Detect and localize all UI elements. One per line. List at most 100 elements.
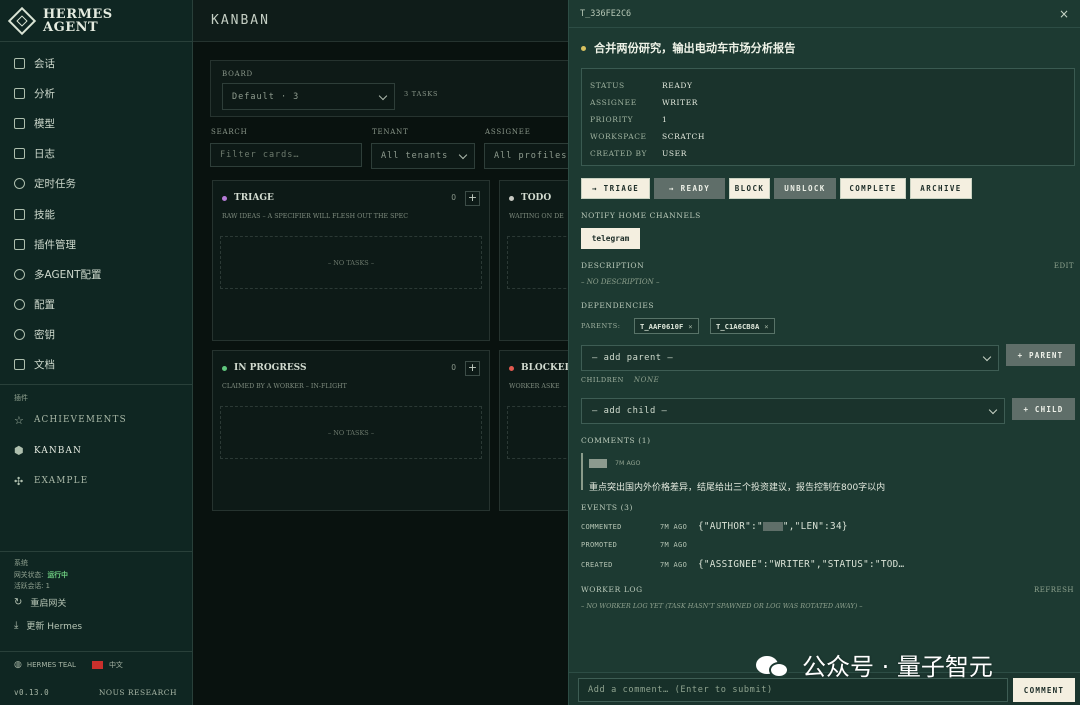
add-parent-button[interactable]: + PARENT [1006, 344, 1075, 366]
plugin-item-achievements[interactable]: ☆ ACHIEVEMENTS [0, 405, 192, 436]
notify-heading: NOTIFY HOME CHANNELS [581, 211, 701, 220]
system-section: 系统 网关状态: 运行中 活跃会话: 1 ↻ 重启网关 ⤓ 更新 Hermes [0, 551, 193, 637]
plugin-label: EXAMPLE [34, 476, 89, 487]
nav-item-sessions[interactable]: 会话 [0, 48, 192, 78]
column-title: IN PROGRESS [222, 363, 306, 373]
meta-key: WORKSPACE [590, 132, 647, 141]
puzzle-icon [14, 238, 25, 250]
meta-row: ASSIGNEE WRITER [582, 94, 1074, 111]
complete-button[interactable]: COMPLETE [840, 178, 906, 199]
book-icon [14, 359, 25, 371]
add-child-button[interactable]: + CHILD [1012, 398, 1075, 420]
nav-item-docs[interactable]: 文档 [0, 350, 192, 380]
plugins-heading: 插件 [14, 394, 28, 403]
meta-key: STATUS [590, 81, 625, 90]
chevron-down-icon [982, 352, 992, 362]
ready-button[interactable]: → READY [654, 178, 725, 199]
parent-tag[interactable]: T_C1A6CB8A × [710, 318, 775, 334]
block-button[interactable]: BLOCK [729, 178, 770, 199]
theme-lang-bar: ◍ HERMES TEAL 中文 [0, 651, 193, 677]
clock-icon [14, 178, 25, 190]
parent-tag[interactable]: T_AAF0610F × [634, 318, 699, 334]
comment-submit-button[interactable]: COMMENT [1013, 678, 1075, 702]
close-icon[interactable]: × [1059, 7, 1069, 21]
nav-label: 密钥 [34, 329, 55, 342]
theme-switcher[interactable]: HERMES TEAL [27, 661, 76, 669]
task-meta-table: STATUS READY ASSIGNEE WRITER PRIORITY 1 WOR… [581, 68, 1075, 166]
nav-label: 配置 [34, 299, 55, 312]
nav-label: 文档 [34, 359, 55, 372]
nav-label: 定时任务 [34, 178, 76, 191]
board-select[interactable]: Default · 3 [222, 83, 395, 110]
board-value: Default · 3 [232, 91, 300, 102]
status-dot [509, 195, 514, 201]
nav-item-config[interactable]: 配置 [0, 290, 192, 320]
chevron-down-icon [458, 150, 468, 160]
org-link[interactable]: NOUS RESEARCH [99, 688, 177, 697]
add-child-value: — add child — [592, 406, 668, 416]
remove-icon[interactable]: × [764, 322, 768, 331]
kanban-main: KANBAN BOARD Default · 3 3 TASKS SEARCH … [193, 0, 599, 705]
children-label-text: CHILDREN [581, 376, 624, 384]
plugin-label: ACHIEVEMENTS [34, 415, 127, 426]
meta-key: CREATED BY [590, 149, 648, 158]
sidebar: HERMES AGENT 会话 分析 模型 日志 定时任务 技能 插件管理 多A… [0, 0, 193, 705]
add-card-button[interactable]: + [465, 361, 480, 376]
event-payload-start: {"AUTHOR":" [698, 521, 763, 532]
comment: 7M AGO 重点突出国内外价格差异，结尾给出三个投资建议，报告控制在800字以… [581, 453, 981, 493]
nav-item-multi-agent[interactable]: 多AGENT配置 [0, 259, 192, 289]
events-heading: EVENTS (3) [581, 503, 634, 512]
telegram-channel-chip[interactable]: telegram [581, 228, 640, 249]
nav-item-models[interactable]: 模型 [0, 108, 192, 138]
event-payload: {"ASSIGNEE":"WRITER","STATUS":"TOD… [698, 559, 905, 570]
event-kind: COMMENTED [581, 522, 622, 531]
nav-item-analytics[interactable]: 分析 [0, 78, 192, 108]
chart-icon [14, 87, 25, 99]
search-input[interactable]: Filter cards… [210, 143, 362, 167]
event-kind: PROMOTED [581, 541, 618, 549]
column-count: 0 [451, 363, 456, 372]
remove-icon[interactable]: × [688, 322, 692, 331]
task-id: T_336FE2C6 [580, 8, 632, 19]
parent-id: T_C1A6CB8A [716, 321, 760, 331]
main-header: KANBAN [193, 0, 568, 42]
update-hermes-button[interactable]: ⤓ 更新 Hermes [14, 614, 179, 637]
status-dot [222, 365, 227, 371]
brand[interactable]: HERMES AGENT [0, 0, 192, 42]
column-description: RAW IDEAS – A SPECIFIER WILL FLESH OUT T… [222, 213, 409, 220]
status-dot [581, 45, 586, 51]
parent-id: T_AAF0610F [640, 321, 684, 331]
tenant-select[interactable]: All tenants [371, 143, 475, 169]
description-empty: – NO DESCRIPTION – [581, 278, 660, 286]
language-switcher[interactable]: 中文 [109, 660, 123, 670]
event-row: COMMENTED 7M AGO {"AUTHOR":" ","LEN":34} [581, 521, 848, 532]
add-card-button[interactable]: + [465, 191, 480, 206]
nav-item-keys[interactable]: 密钥 [0, 320, 192, 350]
triage-button[interactable]: → TRIAGE [581, 178, 650, 199]
archive-button[interactable]: ARCHIVE [910, 178, 972, 199]
tenant-label: TENANT [372, 128, 409, 136]
nav-item-skills[interactable]: 技能 [0, 199, 192, 229]
unblock-button[interactable]: UNBLOCK [774, 178, 836, 199]
meta-value: READY [662, 81, 693, 90]
edit-description-link[interactable]: EDIT [1054, 262, 1074, 270]
add-parent-select[interactable]: — add parent — [581, 345, 999, 371]
status-dot [509, 365, 514, 371]
description-heading: DESCRIPTION [581, 261, 645, 270]
palette-icon: ◍ [14, 659, 22, 670]
refresh-log-link[interactable]: REFRESH [1034, 586, 1074, 594]
add-child-select[interactable]: — add child — [581, 398, 1005, 424]
plugin-item-kanban[interactable]: ⬢ KANBAN [0, 436, 192, 467]
plugin-label: KANBAN [34, 445, 82, 456]
event-time: 7M AGO [660, 560, 688, 569]
nav-item-logs[interactable]: 日志 [0, 139, 192, 169]
worker-log-heading: WORKER LOG [581, 585, 643, 594]
tenant-value: All tenants [381, 151, 449, 161]
plugin-item-example[interactable]: ✣ EXAMPLE [0, 466, 192, 497]
children-label: CHILDREN NONE [581, 376, 659, 384]
nav-item-plugins[interactable]: 插件管理 [0, 229, 192, 259]
event-row: CREATED 7M AGO {"ASSIGNEE":"WRITER","STATU… [581, 559, 904, 570]
restart-gateway-button[interactable]: ↻ 重启网关 [14, 591, 179, 614]
brand-line-2: AGENT [43, 19, 99, 35]
nav-item-cron[interactable]: 定时任务 [0, 169, 192, 199]
